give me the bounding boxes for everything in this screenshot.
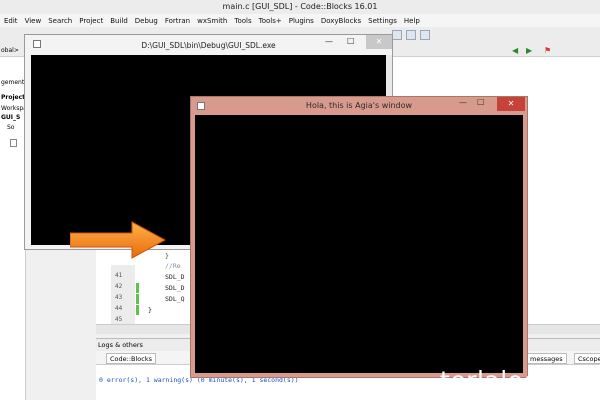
- line-number: 42: [115, 283, 123, 290]
- log-tab-messages[interactable]: messages: [526, 353, 567, 364]
- changed-line-marker: [136, 283, 139, 293]
- menu-project[interactable]: Project: [79, 17, 103, 25]
- sdl-title-bar[interactable]: Hola, this is Agia's window — □ ✕: [191, 97, 527, 114]
- menu-settings[interactable]: Settings: [368, 17, 397, 25]
- code-line: SDL_D: [165, 284, 185, 292]
- file-icon: [10, 139, 17, 147]
- project-node[interactable]: GUI_S: [1, 114, 26, 121]
- menu-wxsmith[interactable]: wxSmith: [197, 17, 227, 25]
- toolbar-icon-b[interactable]: [406, 30, 416, 40]
- minimize-icon[interactable]: —: [459, 98, 467, 107]
- menu-bar: Edit View Search Project Build Debug For…: [0, 14, 600, 27]
- code-line: //Re: [165, 262, 181, 270]
- line-number: 44: [115, 305, 123, 312]
- menu-search[interactable]: Search: [48, 17, 72, 25]
- menu-tools[interactable]: Tools: [234, 17, 251, 25]
- changed-line-marker: [136, 305, 139, 315]
- console-title-text: D:\GUI_SDL\bin\Debug\GUI_SDL.exe: [141, 41, 276, 50]
- ide-title-text: main.c [GUI_SDL] - Code::Blocks 16.01: [222, 2, 378, 11]
- watermark-text: terlaloo.com: [440, 366, 600, 395]
- menu-build[interactable]: Build: [110, 17, 128, 25]
- log-tab-codeblocks[interactable]: Code::Blocks: [106, 353, 156, 364]
- console-title-bar[interactable]: D:\GUI_SDL\bin\Debug\GUI_SDL.exe — □ ✕: [25, 35, 392, 55]
- line-number: 43: [115, 294, 123, 301]
- sdl-window[interactable]: Hola, this is Agia's window — □ ✕: [190, 96, 528, 378]
- line-number: 41: [115, 272, 123, 279]
- menu-debug[interactable]: Debug: [135, 17, 158, 25]
- code-line: SDL_Q: [165, 295, 185, 303]
- pointer-arrow-icon: [70, 221, 166, 259]
- line-number: 45: [115, 316, 123, 323]
- maximize-icon[interactable]: □: [477, 97, 485, 106]
- ide-title-bar: main.c [GUI_SDL] - Code::Blocks 16.01: [0, 0, 600, 14]
- changed-line-marker: [136, 294, 139, 304]
- close-icon[interactable]: ✕: [366, 35, 392, 49]
- bookmark-icon[interactable]: ⚑: [544, 46, 551, 55]
- code-line: SDL_D: [165, 273, 185, 281]
- code-line: }: [148, 306, 152, 314]
- menu-plugins[interactable]: Plugins: [289, 17, 314, 25]
- sdl-render-surface[interactable]: [195, 115, 523, 373]
- arrow-left-icon[interactable]: ◀: [512, 46, 518, 55]
- maximize-icon[interactable]: □: [347, 36, 355, 45]
- menu-help[interactable]: Help: [404, 17, 420, 25]
- close-icon[interactable]: ✕: [497, 97, 525, 111]
- scope-dropdown[interactable]: obal>: [1, 47, 19, 54]
- log-tab-cscope[interactable]: Cscope: [574, 353, 600, 364]
- management-panel: gement Projects Workspac GUI_S So: [0, 57, 26, 400]
- minimize-icon[interactable]: —: [325, 37, 333, 46]
- toolbar-icon-a[interactable]: [392, 30, 402, 40]
- workspace-node[interactable]: Workspac: [1, 105, 26, 112]
- management-header: gement: [1, 79, 25, 86]
- menu-tools-plus[interactable]: Tools+: [259, 17, 282, 25]
- menu-fortran[interactable]: Fortran: [165, 17, 190, 25]
- menu-view[interactable]: View: [25, 17, 42, 25]
- projects-tab[interactable]: Projects: [1, 94, 26, 101]
- menu-doxyblocks[interactable]: DoxyBlocks: [321, 17, 361, 25]
- toolbar-icon-c[interactable]: [420, 30, 430, 40]
- menu-edit[interactable]: Edit: [4, 17, 18, 25]
- arrow-right-icon[interactable]: ▶: [526, 46, 532, 55]
